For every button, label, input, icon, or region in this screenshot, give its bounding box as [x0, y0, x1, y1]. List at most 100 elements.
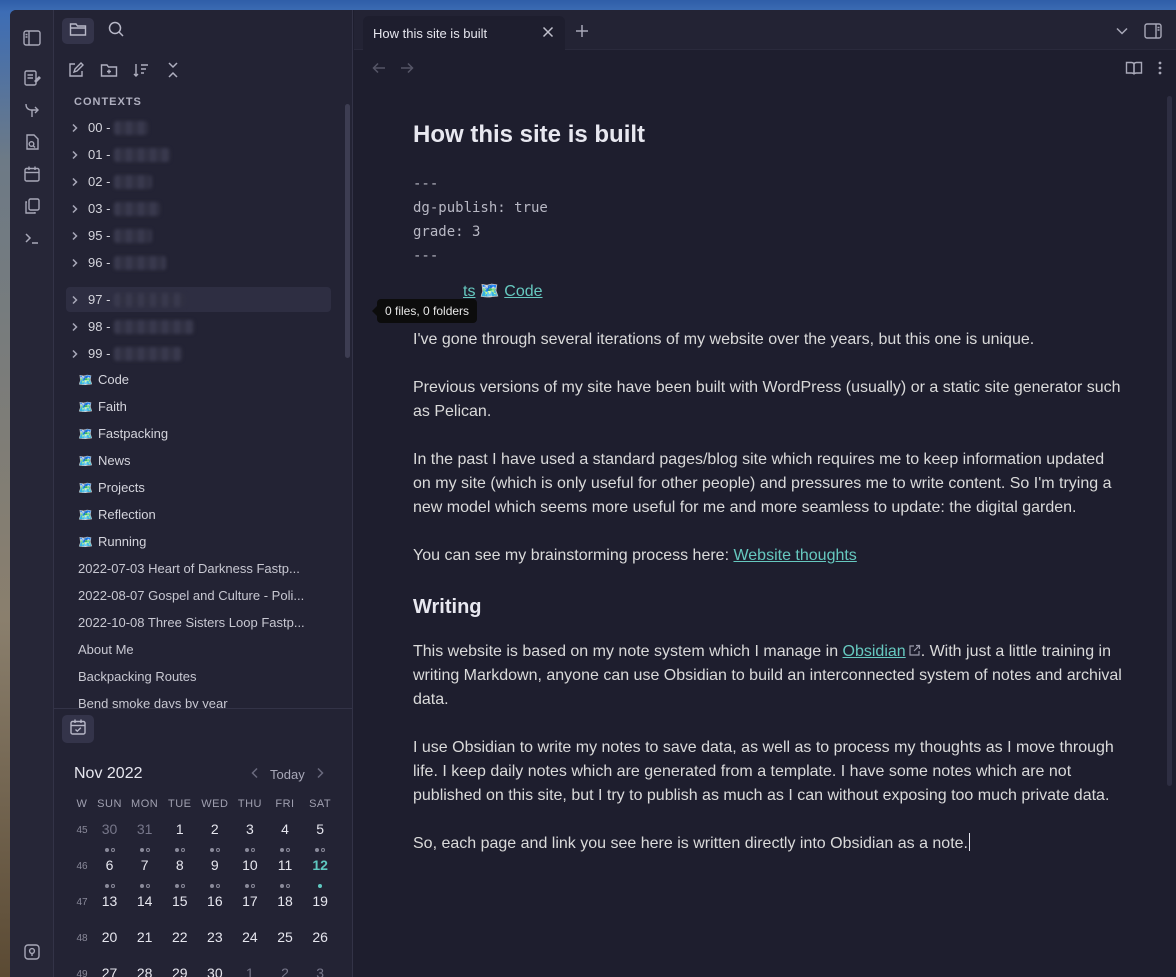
calendar-day[interactable]: 21: [127, 929, 162, 945]
graph-branch-icon[interactable]: [22, 100, 42, 120]
note-content[interactable]: How this site is built --- dg-publish: t…: [413, 118, 1123, 880]
note-composer-icon[interactable]: [22, 68, 42, 88]
more-options-icon[interactable]: [1151, 59, 1169, 77]
calendar-day[interactable]: 19: [303, 893, 338, 909]
calendar-day[interactable]: 31: [127, 821, 162, 852]
note-row[interactable]: 2022-08-07 Gospel and Culture - Poli...: [66, 583, 331, 608]
note-row[interactable]: 2022-10-08 Three Sisters Loop Fastp...: [66, 610, 331, 635]
week-number: 45: [76, 825, 88, 836]
calendar-check-icon: [69, 718, 87, 741]
calendar-day-today[interactable]: 12: [303, 857, 338, 888]
calendar-day[interactable]: 15: [162, 893, 197, 909]
calendar-day[interactable]: 27: [92, 965, 127, 977]
panel-divider[interactable]: [54, 708, 353, 709]
calendar-tab[interactable]: [62, 715, 94, 743]
note-row[interactable]: 2022-07-03 Heart of Darkness Fastp...: [66, 556, 331, 581]
calendar-day[interactable]: 14: [127, 893, 162, 909]
website-thoughts-link[interactable]: Website thoughts: [733, 547, 856, 564]
obsidian-external-link[interactable]: Obsidian: [843, 643, 906, 660]
note-row[interactable]: 🗺️ Code: [66, 367, 331, 392]
chevron-down-icon[interactable]: [1112, 21, 1132, 41]
calendar-icon[interactable]: [22, 164, 42, 184]
folder-row[interactable]: 01 -: [66, 142, 331, 167]
search-tab[interactable]: [100, 18, 132, 44]
main-editor-area: How this site is built How this site is …: [354, 10, 1176, 977]
map-icon: 🗺️: [78, 399, 93, 414]
calendar-day[interactable]: 30: [92, 821, 127, 852]
calendar-day[interactable]: 2: [267, 965, 302, 977]
calendar-day[interactable]: 1: [162, 821, 197, 852]
folder-label: 01 -: [88, 147, 111, 162]
calendar-day[interactable]: 22: [162, 929, 197, 945]
folder-row[interactable]: 00 -: [66, 115, 331, 140]
paragraph: In the past I have used a standard pages…: [413, 451, 1112, 516]
calendar-day[interactable]: 6: [92, 857, 127, 888]
file-explorer-tab[interactable]: [62, 18, 94, 44]
breadcrumb-link-partial[interactable]: ts: [463, 283, 475, 300]
note-row[interactable]: 🗺️ Projects: [66, 475, 331, 500]
calendar-day[interactable]: 5: [303, 821, 338, 852]
calendar-day[interactable]: 29: [162, 965, 197, 977]
note-row[interactable]: 🗺️ Reflection: [66, 502, 331, 527]
calendar-day[interactable]: 2: [197, 821, 232, 852]
folder-row[interactable]: 99 -: [66, 341, 331, 366]
folder-row[interactable]: 95 -: [66, 223, 331, 248]
new-folder-icon[interactable]: [97, 58, 121, 82]
calendar-today-button[interactable]: Today: [270, 767, 305, 782]
collapse-all-icon[interactable]: [161, 58, 185, 82]
note-row[interactable]: About Me: [66, 637, 331, 662]
calendar-day[interactable]: 24: [232, 929, 267, 945]
folder-row[interactable]: 02 -: [66, 169, 331, 194]
reading-view-icon[interactable]: [1125, 59, 1143, 77]
folder-row[interactable]: 98 -: [66, 314, 331, 339]
terminal-icon[interactable]: [22, 228, 42, 248]
close-icon[interactable]: [541, 25, 555, 39]
calendar-day[interactable]: 13: [92, 893, 127, 909]
calendar-day[interactable]: 3: [232, 821, 267, 852]
calendar-day[interactable]: 30: [197, 965, 232, 977]
new-tab-icon[interactable]: [573, 22, 591, 40]
calendar-day[interactable]: 26: [303, 929, 338, 945]
copy-icon[interactable]: [22, 196, 42, 216]
calendar-day[interactable]: 20: [92, 929, 127, 945]
tab-how-this-site-is-built[interactable]: How this site is built: [363, 16, 565, 50]
calendar-day[interactable]: 16: [197, 893, 232, 909]
calendar-day[interactable]: 28: [127, 965, 162, 977]
new-note-icon[interactable]: [64, 58, 88, 82]
note-row[interactable]: 🗺️ News: [66, 448, 331, 473]
calendar-day[interactable]: 7: [127, 857, 162, 888]
document-search-icon[interactable]: [22, 132, 42, 152]
calendar-day[interactable]: 1: [232, 965, 267, 977]
right-sidebar-toggle-icon[interactable]: [1143, 21, 1163, 41]
breadcrumb-link-code[interactable]: Code: [504, 283, 542, 300]
note-row[interactable]: 🗺️ Running: [66, 529, 331, 554]
chevron-left-icon[interactable]: [250, 767, 260, 782]
file-tree-scrollbar[interactable]: [345, 104, 350, 358]
note-label: Backpacking Routes: [78, 669, 197, 684]
folder-row[interactable]: 03 -: [66, 196, 331, 221]
view-header: [354, 50, 1176, 86]
calendar-day[interactable]: 25: [267, 929, 302, 945]
sidebar-toggle-icon[interactable]: [22, 28, 42, 48]
calendar-day[interactable]: 3: [303, 965, 338, 977]
folder-row-hovered[interactable]: 97 -: [66, 287, 331, 312]
calendar-day[interactable]: 4: [267, 821, 302, 852]
arrow-left-icon[interactable]: [370, 59, 388, 77]
arrow-right-icon[interactable]: [398, 59, 416, 77]
calendar-day[interactable]: 9: [197, 857, 232, 888]
calendar-day[interactable]: 18: [267, 893, 302, 909]
chevron-right-icon[interactable]: [315, 767, 325, 782]
calendar-day[interactable]: 23: [197, 929, 232, 945]
note-row[interactable]: 🗺️ Fastpacking: [66, 421, 331, 446]
folder-row[interactable]: 96 -: [66, 250, 331, 275]
editor-scrollbar[interactable]: [1167, 96, 1172, 786]
calendar-day[interactable]: 11: [267, 857, 302, 888]
note-row[interactable]: Backpacking Routes: [66, 664, 331, 689]
calendar-day[interactable]: 17: [232, 893, 267, 909]
note-row[interactable]: 🗺️ Faith: [66, 394, 331, 419]
calendar-day[interactable]: 10: [232, 857, 267, 888]
note-row[interactable]: Bend smoke days by year: [66, 691, 331, 708]
vault-help-icon[interactable]: [22, 942, 42, 962]
calendar-day[interactable]: 8: [162, 857, 197, 888]
sort-order-icon[interactable]: [129, 58, 153, 82]
